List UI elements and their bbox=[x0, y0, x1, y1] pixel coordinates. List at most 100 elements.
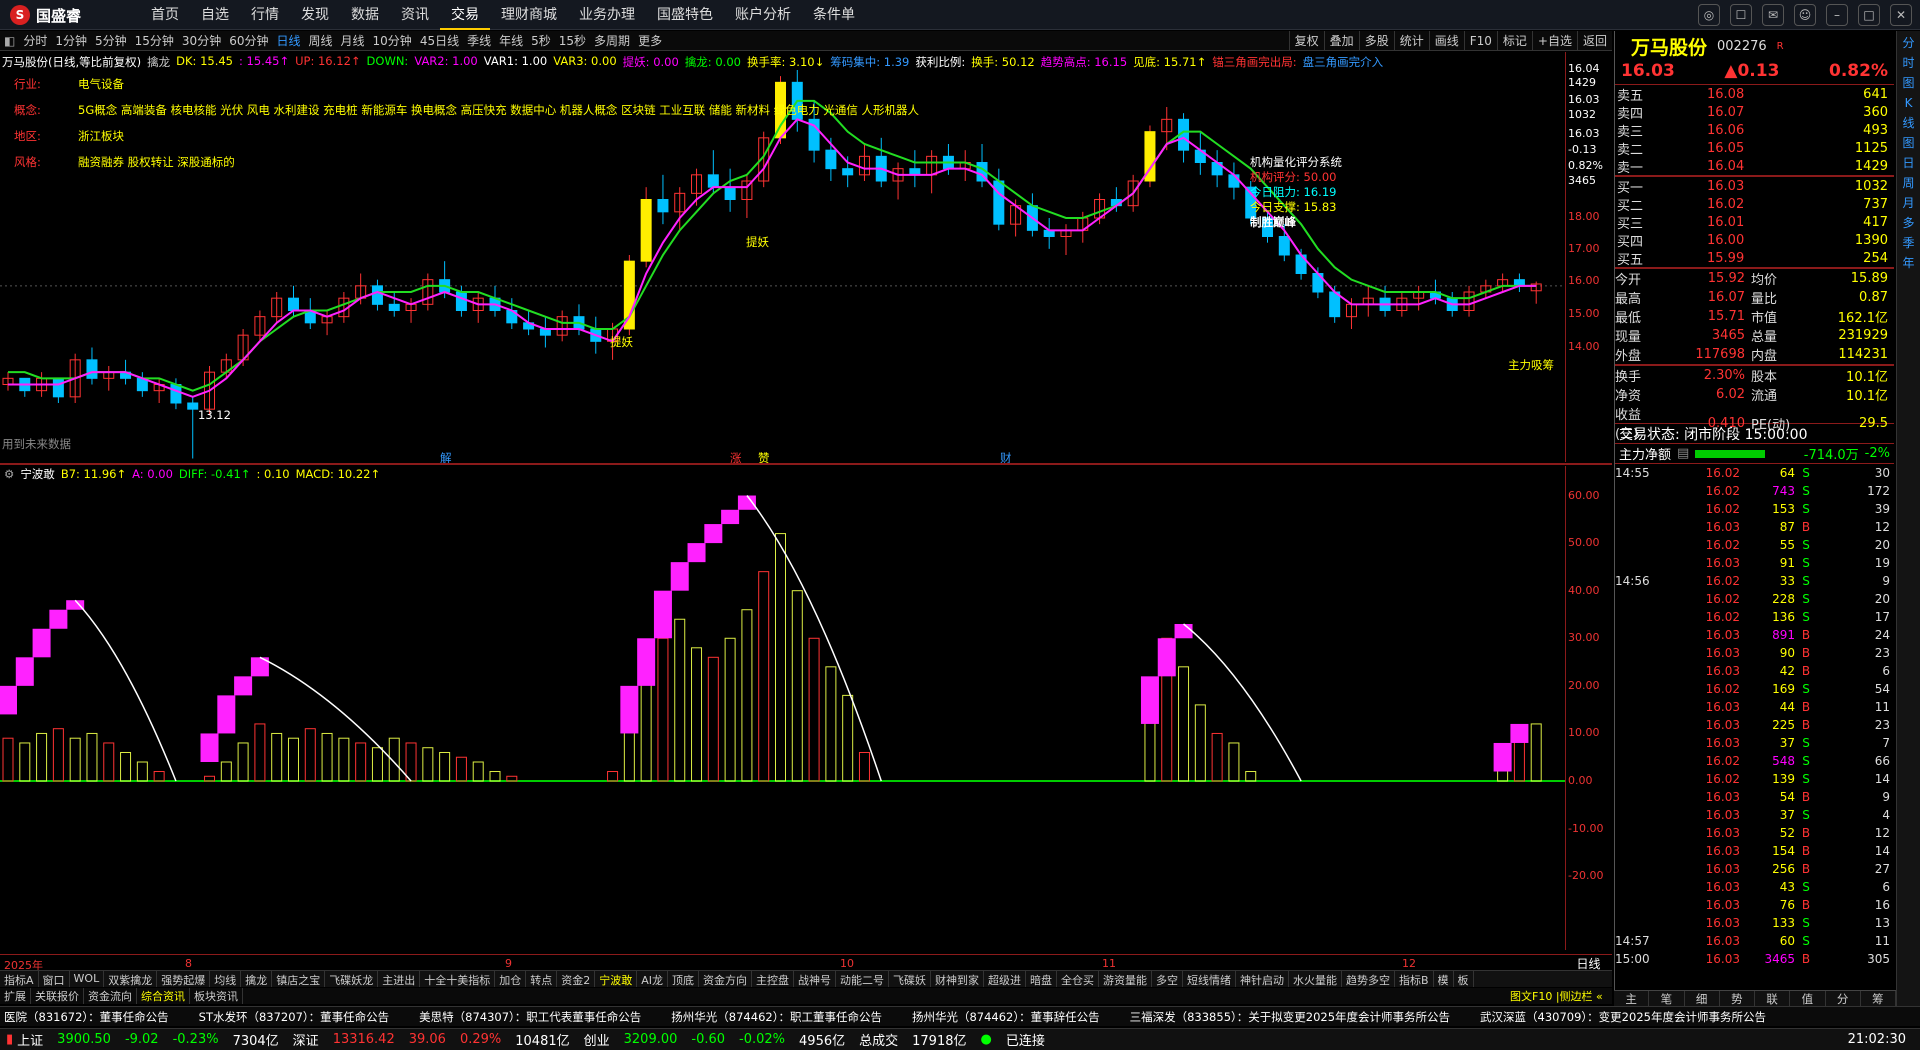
maximize-icon[interactable]: □ bbox=[1858, 4, 1880, 26]
sell-row[interactable]: 卖二 16.05 1125 bbox=[1615, 139, 1894, 158]
period-15[interactable]: 多周期 bbox=[590, 32, 634, 49]
stock-title[interactable]: 万马股份(日线,等比前复权) bbox=[2, 54, 141, 70]
info-tab-0[interactable]: 扩展 bbox=[0, 988, 31, 1004]
mail-icon[interactable]: ✉ bbox=[1762, 4, 1784, 26]
tab-15[interactable]: AI龙 bbox=[637, 971, 668, 987]
buy-row[interactable]: 买四 16.00 1390 bbox=[1615, 231, 1894, 250]
tick-row[interactable]: 14:57 16.03 60 S 11 bbox=[1615, 932, 1894, 950]
nav-item-4[interactable]: 数据 bbox=[340, 0, 390, 30]
period-14[interactable]: 15秒 bbox=[555, 32, 590, 49]
tick-row[interactable]: 16.03 42 B 6 bbox=[1615, 662, 1894, 680]
period-9[interactable]: 10分钟 bbox=[369, 32, 416, 49]
tick-row[interactable]: 16.03 37 S 7 bbox=[1615, 734, 1894, 752]
period-13[interactable]: 5秒 bbox=[527, 32, 555, 49]
info-tab-1[interactable]: 关联报价 bbox=[31, 988, 84, 1004]
tick-row[interactable]: 16.02 548 S 66 bbox=[1615, 752, 1894, 770]
tick-row[interactable]: 16.02 743 S 172 bbox=[1615, 482, 1894, 500]
tick-row[interactable]: 16.03 256 B 27 bbox=[1615, 860, 1894, 878]
side-tab-10[interactable]: 季 bbox=[1902, 235, 1914, 251]
indicator-chart[interactable] bbox=[0, 466, 1565, 950]
period-7[interactable]: 周线 bbox=[305, 32, 337, 49]
user-icon[interactable]: ☺ bbox=[1794, 4, 1816, 26]
tool-2[interactable]: 多股 bbox=[1358, 31, 1394, 51]
period-16[interactable]: 更多 bbox=[634, 32, 666, 49]
period-11[interactable]: 季线 bbox=[463, 32, 495, 49]
tab-23[interactable]: 超级进 bbox=[984, 971, 1026, 987]
period-3[interactable]: 15分钟 bbox=[131, 32, 178, 49]
tab-24[interactable]: 暗盘 bbox=[1026, 971, 1057, 987]
side-tab-5[interactable]: 图 bbox=[1902, 135, 1914, 151]
app-logo[interactable]: S 国盛睿 bbox=[10, 4, 81, 26]
info-tab-4[interactable]: 板块资讯 bbox=[190, 988, 243, 1004]
period-6[interactable]: 日线 bbox=[272, 32, 304, 49]
tick-row[interactable]: 14:55 16.02 64 S 30 bbox=[1615, 464, 1894, 482]
tick-row[interactable]: 16.03 37 S 4 bbox=[1615, 806, 1894, 824]
buy-row[interactable]: 买五 15.99 254 bbox=[1615, 249, 1894, 268]
side-tab-8[interactable]: 月 bbox=[1902, 195, 1914, 211]
tick-row[interactable]: 16.02 153 S 39 bbox=[1615, 500, 1894, 518]
ind-name[interactable]: 擒龙 bbox=[147, 54, 170, 70]
quote-name[interactable]: 万马股份 bbox=[1631, 33, 1707, 60]
sell-row[interactable]: 卖三 16.06 493 bbox=[1615, 121, 1894, 140]
news-item-0[interactable]: 医院（831672）：董事任命公告 bbox=[4, 1009, 169, 1025]
nav-item-6[interactable]: 交易 bbox=[440, 0, 490, 30]
nav-item-8[interactable]: 业务办理 bbox=[568, 0, 646, 30]
tick-row[interactable]: 16.03 87 B 12 bbox=[1615, 518, 1894, 536]
ind2-name[interactable]: 宁波敢 bbox=[20, 466, 55, 482]
news-item-2[interactable]: 美思特（874307）：职工代表董事任命公告 bbox=[419, 1009, 641, 1025]
side-tab-2[interactable]: 图 bbox=[1902, 75, 1914, 91]
side-tab-1[interactable]: 时 bbox=[1902, 55, 1914, 71]
tab-11[interactable]: 加仓 bbox=[495, 971, 527, 987]
side-tab-9[interactable]: 多 bbox=[1902, 215, 1914, 231]
news-item-1[interactable]: ST水发环（837207）：董事任命公告 bbox=[199, 1009, 389, 1025]
tab-20[interactable]: 动能二号 bbox=[836, 971, 889, 987]
quote-tab-3[interactable]: 势 bbox=[1720, 991, 1755, 1006]
tick-row[interactable]: 15:00 16.03 3465 B 305 bbox=[1615, 950, 1894, 968]
tick-row[interactable]: 14:56 16.02 33 S 9 bbox=[1615, 572, 1894, 590]
quote-tab-1[interactable]: 笔 bbox=[1649, 991, 1685, 1006]
side-tab-7[interactable]: 周 bbox=[1902, 175, 1914, 191]
tick-row[interactable]: 16.02 139 S 14 bbox=[1615, 770, 1894, 788]
tool-6[interactable]: 标记 bbox=[1496, 31, 1532, 51]
connection-status[interactable]: 已连接 bbox=[1006, 1030, 1045, 1049]
tool-4[interactable]: 画线 bbox=[1428, 31, 1464, 51]
tick-row[interactable]: 16.02 228 S 20 bbox=[1615, 590, 1894, 608]
tool-3[interactable]: 统计 bbox=[1393, 31, 1429, 51]
tab-8[interactable]: 飞碟妖龙 bbox=[325, 971, 379, 987]
zhuli-icon[interactable]: ▤ bbox=[1677, 446, 1689, 461]
tab-28[interactable]: 短线情绪 bbox=[1183, 971, 1236, 987]
tab-1[interactable]: 窗口 bbox=[39, 971, 70, 987]
tab-14[interactable]: 宁波敢 bbox=[595, 971, 638, 987]
ind2-gear-icon[interactable]: ⚙ bbox=[4, 467, 14, 481]
sell-row[interactable]: 卖五 16.08 641 bbox=[1615, 85, 1894, 104]
tick-row[interactable]: 16.02 55 S 20 bbox=[1615, 536, 1894, 554]
info-tab-3[interactable]: 综合资讯 bbox=[137, 988, 190, 1004]
tick-row[interactable]: 16.03 891 B 24 bbox=[1615, 626, 1894, 644]
news-item-4[interactable]: 扬州华光（874462）：董事辞任公告 bbox=[912, 1009, 1100, 1025]
tab-6[interactable]: 擒龙 bbox=[241, 971, 273, 987]
period-0[interactable]: 分时 bbox=[19, 32, 51, 49]
sidebar-toggle-icon[interactable]: ◧ bbox=[0, 34, 19, 48]
tab-33[interactable]: 模 bbox=[1434, 971, 1454, 987]
tab-9[interactable]: 主进出 bbox=[378, 971, 421, 987]
tick-row[interactable]: 16.02 169 S 54 bbox=[1615, 680, 1894, 698]
tick-row[interactable]: 16.02 136 S 17 bbox=[1615, 608, 1894, 626]
nav-item-0[interactable]: 首页 bbox=[140, 0, 190, 30]
tool-0[interactable]: 复权 bbox=[1288, 31, 1324, 51]
tab-22[interactable]: 财神到家 bbox=[931, 971, 984, 987]
tab-7[interactable]: 镇店之宝 bbox=[272, 971, 326, 987]
period-12[interactable]: 年线 bbox=[495, 32, 527, 49]
tab-29[interactable]: 神针启动 bbox=[1236, 971, 1289, 987]
period-2[interactable]: 5分钟 bbox=[91, 32, 131, 49]
quote-tab-0[interactable]: 主 bbox=[1614, 991, 1650, 1006]
close-icon[interactable]: ✕ bbox=[1890, 4, 1912, 26]
period-indicator[interactable]: 日线 bbox=[1565, 954, 1612, 971]
news-item-6[interactable]: 武汉深蓝（430709）：变更2025年度会计师事务所公告 bbox=[1480, 1009, 1766, 1025]
tool-7[interactable]: +自选 bbox=[1531, 31, 1577, 51]
side-tab-11[interactable]: 年 bbox=[1902, 255, 1914, 271]
tab-16[interactable]: 顶底 bbox=[668, 971, 699, 987]
tick-row[interactable]: 16.03 76 B 16 bbox=[1615, 896, 1894, 914]
nav-item-2[interactable]: 行情 bbox=[240, 0, 290, 30]
side-tab-6[interactable]: 日 bbox=[1902, 155, 1914, 171]
period-1[interactable]: 1分钟 bbox=[51, 32, 91, 49]
